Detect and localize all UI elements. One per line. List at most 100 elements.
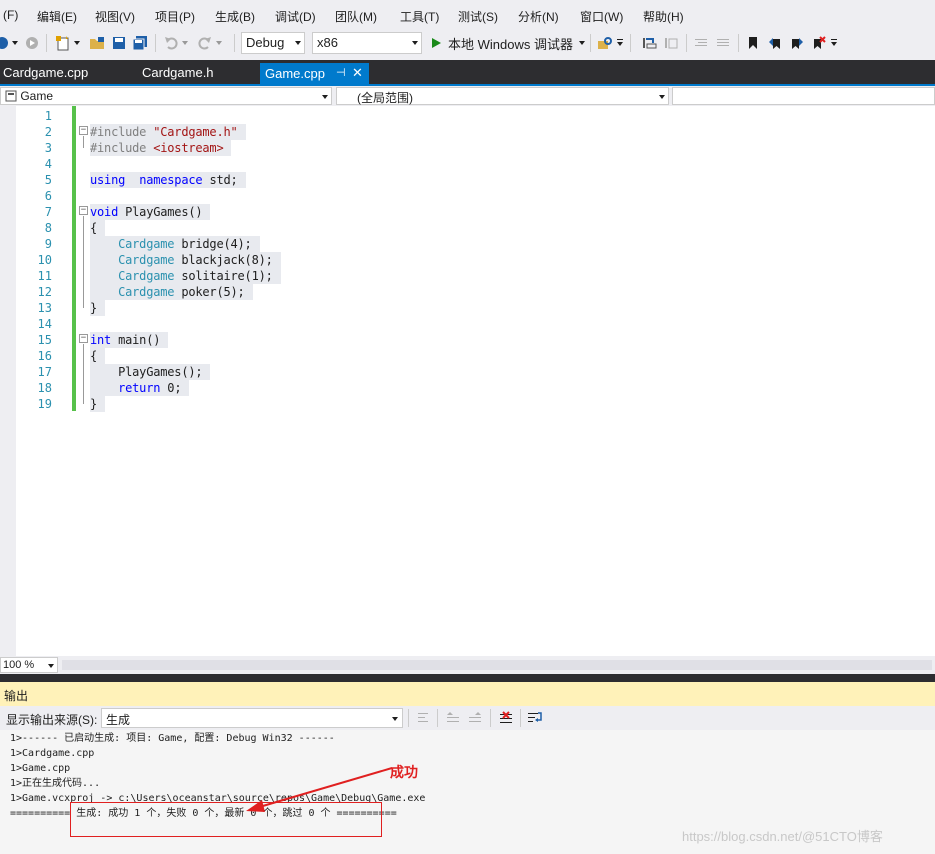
- menu-item[interactable]: 测试(S): [458, 8, 498, 25]
- bookmark-icon[interactable]: [744, 34, 762, 52]
- code-token: "Cardgame.h": [153, 125, 238, 139]
- code-token: blackjack(8);: [174, 253, 273, 267]
- navigate-back-icon[interactable]: [0, 34, 10, 52]
- menu-item[interactable]: 窗口(W): [580, 8, 623, 25]
- clear-all-icon[interactable]: [497, 709, 515, 727]
- next-message-icon[interactable]: [466, 709, 484, 727]
- find-in-files-icon[interactable]: [596, 34, 614, 52]
- find-message-in-code-icon[interactable]: [414, 709, 432, 727]
- undo-icon[interactable]: [162, 34, 180, 52]
- code-editor[interactable]: 1 2 3 4 5 6 7 8 9 10 11 12 13 14 15 16 17 18 19 − − − #inc…: [0, 106, 935, 656]
- start-debugger-button[interactable]: 本地 Windows 调试器: [430, 34, 586, 52]
- outline-collapse-icon[interactable]: −: [79, 334, 88, 343]
- output-source-dropdown[interactable]: 生成: [101, 708, 403, 728]
- outline-collapse-icon[interactable]: −: [79, 206, 88, 215]
- menu-item[interactable]: 工具(T): [400, 8, 439, 25]
- uncomment-lines-icon[interactable]: [714, 34, 732, 52]
- toggle-word-wrap-icon[interactable]: [526, 709, 544, 727]
- project-dropdown[interactable]: Game: [0, 87, 332, 105]
- panel-splitter[interactable]: [0, 674, 935, 682]
- step-over-icon[interactable]: [662, 34, 680, 52]
- code-line: return 0;: [90, 380, 190, 396]
- line-number: 10: [37, 253, 52, 267]
- comment-lines-icon[interactable]: [692, 34, 710, 52]
- code-line: Cardgame blackjack(8);: [90, 252, 281, 268]
- menu-item[interactable]: 调试(D): [275, 8, 316, 25]
- line-number: 17: [37, 365, 52, 379]
- tab-label: Cardgame.h: [142, 65, 214, 80]
- output-line: 1>------ 已启动生成: 项目: Game, 配置: Debug Win3…: [10, 733, 335, 744]
- start-debugger-label: 本地 Windows 调试器: [448, 36, 573, 52]
- toolbar-overflow-icon[interactable]: [830, 34, 838, 52]
- save-all-icon[interactable]: [131, 34, 149, 52]
- zoom-level-dropdown[interactable]: 100 %: [0, 657, 58, 673]
- output-line: 1>Game.cpp: [10, 763, 71, 774]
- chevron-down-icon: [392, 717, 398, 721]
- redo-icon[interactable]: [196, 34, 214, 52]
- output-line: 1>Cardgame.cpp: [10, 748, 95, 759]
- tab-cardgame-cpp[interactable]: Cardgame.cpp: [0, 65, 88, 84]
- close-icon[interactable]: ✕: [352, 65, 363, 81]
- save-icon[interactable]: [110, 34, 128, 52]
- redo-dropdown-icon[interactable]: [215, 34, 223, 52]
- code-token: return: [118, 381, 161, 395]
- line-number: 2: [44, 125, 52, 139]
- menu-item[interactable]: 分析(N): [518, 8, 559, 25]
- pin-icon[interactable]: ⊣: [336, 66, 346, 79]
- menu-item[interactable]: (F): [3, 8, 18, 22]
- menu-item[interactable]: 视图(V): [95, 8, 135, 25]
- code-token: #include: [90, 125, 154, 139]
- line-number: 13: [37, 301, 52, 315]
- menu-item[interactable]: 项目(P): [155, 8, 195, 25]
- play-icon: [432, 38, 441, 48]
- code-token: }: [90, 301, 98, 315]
- solution-config-dropdown[interactable]: Debug: [241, 32, 305, 54]
- chevron-down-icon: [659, 95, 665, 99]
- platform-value: x86: [317, 35, 338, 50]
- previous-message-icon[interactable]: [444, 709, 462, 727]
- code-line: PlayGames();: [90, 364, 211, 380]
- line-number: 1: [44, 109, 52, 123]
- member-dropdown[interactable]: [672, 87, 935, 105]
- code-token: int: [90, 333, 112, 347]
- menu-item[interactable]: 编辑(E): [37, 8, 77, 25]
- line-number: 14: [37, 317, 52, 331]
- next-bookmark-icon[interactable]: [788, 34, 806, 52]
- clear-bookmarks-icon[interactable]: [810, 34, 828, 52]
- code-line: Cardgame poker(5);: [90, 284, 253, 300]
- overflow-dropdown-icon[interactable]: [616, 34, 624, 52]
- tab-cardgame-h[interactable]: Cardgame.h: [139, 65, 214, 84]
- code-token: 0;: [160, 381, 182, 395]
- menu-item[interactable]: 帮助(H): [643, 8, 684, 25]
- navigation-bar: Game (全局范围): [0, 86, 935, 106]
- scope-dropdown[interactable]: (全局范围): [336, 87, 669, 105]
- code-token: void: [90, 205, 119, 219]
- new-project-icon[interactable]: [54, 34, 72, 52]
- menu-item[interactable]: 团队(M): [335, 8, 377, 25]
- code-line: void PlayGames(): [90, 204, 211, 220]
- code-token: PlayGames();: [90, 365, 203, 379]
- new-dropdown-icon[interactable]: [73, 34, 81, 52]
- tab-label: Game.cpp: [265, 66, 325, 81]
- tab-game-cpp[interactable]: Game.cpp ⊣ ✕: [260, 63, 369, 84]
- undo-dropdown-icon[interactable]: [181, 34, 189, 52]
- toolbar: Debug x86 本地 Windows 调试器: [0, 30, 935, 56]
- open-file-icon[interactable]: [88, 34, 106, 52]
- code-token: poker(5);: [174, 285, 245, 299]
- navigate-forward-icon[interactable]: [24, 34, 40, 52]
- output-source-value: 生成: [106, 713, 131, 727]
- horizontal-scrollbar[interactable]: [62, 660, 932, 670]
- chevron-down-icon: [48, 664, 54, 668]
- menu-item[interactable]: 生成(B): [215, 8, 255, 25]
- success-annotation: 成功: [390, 764, 418, 780]
- code-token: bridge(4);: [174, 237, 252, 251]
- previous-bookmark-icon[interactable]: [766, 34, 784, 52]
- platform-dropdown[interactable]: x86: [312, 32, 422, 54]
- step-into-icon[interactable]: [640, 34, 658, 52]
- line-number: 19: [37, 397, 52, 411]
- line-number: 15: [37, 333, 52, 347]
- back-dropdown-icon[interactable]: [11, 34, 19, 52]
- outline-collapse-icon[interactable]: −: [79, 126, 88, 135]
